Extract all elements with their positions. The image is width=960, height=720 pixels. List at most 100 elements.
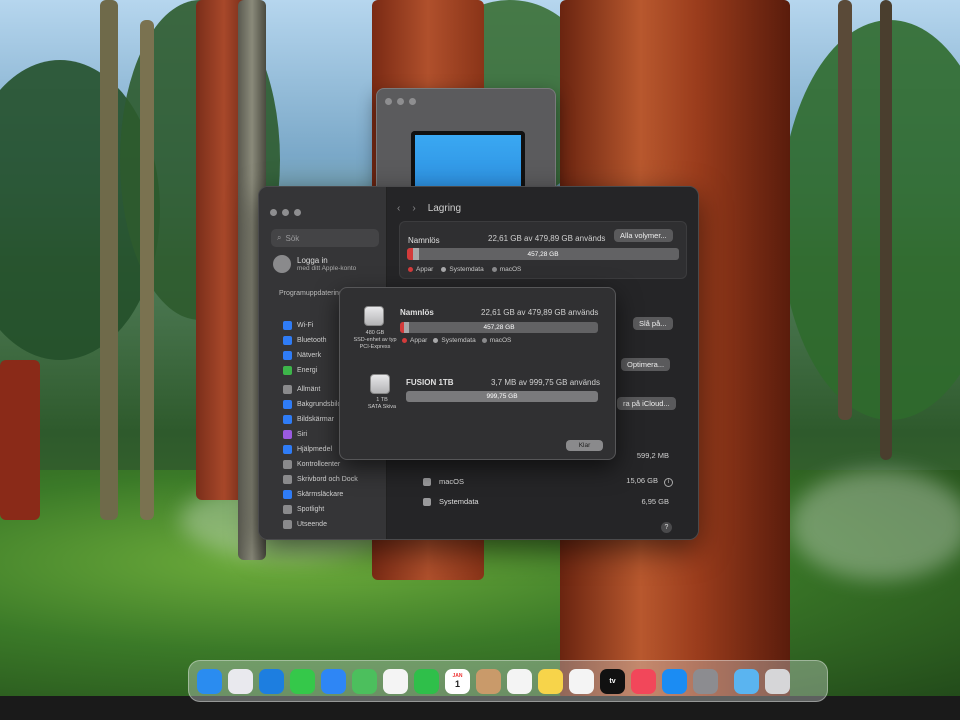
accessibility-icon [283,445,292,454]
disk1-description: 480 GB SSD-enhet av typ PCI-Express [353,330,397,350]
window-controls [270,209,301,216]
usage-bar-label: 457,28 GB [483,324,515,331]
account-title: Logga in [297,256,328,265]
sidebar-item-appearance[interactable]: Utseende [283,517,358,532]
dock-launchpad-icon[interactable] [228,668,253,694]
disk1-usage-bar: 457,28 GB [400,322,598,333]
search-placeholder: Sök [285,233,300,243]
dock-facetime-icon[interactable] [414,668,439,694]
dock-tv-icon[interactable]: tv [600,668,625,694]
sidebar-item-desktop-dock[interactable]: Skrivbord och Dock [283,472,358,487]
dock-system-settings-icon[interactable] [693,668,718,694]
dock-maps-icon[interactable] [352,668,377,694]
dock-music-icon[interactable] [631,668,656,694]
page-title: Lagring [427,203,462,214]
disk2-description: 1 TB SATA Skiva [367,397,397,410]
system-data-icon [423,497,431,506]
sidebar-item-label: Bakgrundsbild [297,401,342,408]
store-in-icloud-button[interactable]: ra på iCloud... [617,397,676,410]
sidebar-item-label: Spotlight [297,506,325,513]
tv-label: tv [609,677,616,685]
macos-icon [423,477,431,486]
dock-contacts-icon[interactable] [476,668,501,694]
sidebar-item-label: Skärmsläckare [297,491,344,498]
avatar [273,255,291,273]
close-button[interactable] [385,98,392,105]
storage-row-macos[interactable]: macOS 15,06 GB i [423,476,673,487]
forward-chevron-icon[interactable]: › [412,203,415,214]
zoom-button[interactable] [409,98,416,105]
account-subtitle: med ditt Apple-konto [297,265,357,272]
dock-app-store-icon[interactable] [662,668,687,694]
sidebar-item-label: Energi [297,367,318,374]
disk2-name: FUSION 1TB [406,378,454,387]
apple-account-item[interactable]: Logga in med ditt Apple-konto [273,255,356,273]
disk2-usage-bar: 999,75 GB [406,391,598,402]
tree-trunk [140,20,154,520]
row-label: macOS [439,477,465,486]
legend-apps: Appar [408,266,433,273]
internal-ssd-icon [364,306,384,326]
sidebar-item-label: Hjälpmedel [297,446,333,453]
wallpaper-icon [283,400,292,409]
optimize-button[interactable]: Optimera... [621,358,671,371]
dock-messages-icon[interactable] [290,668,315,694]
usage-bar-label: 457,28 GB [527,250,559,258]
tree-trunk [838,0,852,420]
usage-legend: Appar Systemdata macOS [408,266,521,273]
gear-icon [283,385,292,394]
search-input[interactable]: ⌕ Sök [271,229,379,247]
external-drive-icon [370,374,390,394]
window-controls [385,98,416,105]
usage-bar-label: 999,75 GB [486,393,518,400]
legend-systemdata: Systemdata [433,337,476,344]
sidebar-item-label: Siri [297,431,308,438]
dock-mail-icon[interactable] [321,668,346,694]
screensaver-icon [283,490,292,499]
zoom-button[interactable] [294,209,301,216]
siri-icon [283,430,292,439]
dock-photos-icon[interactable] [383,668,408,694]
back-chevron-icon[interactable]: ‹ [397,203,400,214]
spotlight-icon [283,505,292,514]
legend-macos: macOS [481,337,511,344]
minimize-button[interactable] [397,98,404,105]
sidebar-item-label: Wi-Fi [297,322,314,329]
all-volumes-button[interactable]: Alla volymer... [614,229,673,242]
tree-trunk [100,0,118,520]
drive-usage: 22,61 GB av 479,89 GB används [488,234,606,243]
storage-row-systemdata[interactable]: Systemdata 6,95 GB [423,497,669,506]
sidebar-item-label: Allmänt [297,386,321,393]
wifi-icon [283,321,292,330]
dock-calendar-icon[interactable]: JAN 1 [445,668,470,694]
info-icon[interactable]: i [664,477,673,487]
wallpaper-mist [790,470,960,580]
dock-notes-icon[interactable] [538,668,563,694]
minimize-button[interactable] [282,209,289,216]
sidebar-item-label: Skrivbord och Dock [297,476,358,483]
storage-summary-panel: Namnlös 22,61 GB av 479,89 GB används Al… [399,221,687,279]
sidebar-item-spotlight[interactable]: Spotlight [283,502,358,517]
storage-usage-bar: 457,28 GB [407,248,679,260]
disk1-usage: 22,61 GB av 479,89 GB används [481,308,599,317]
turn-on-button[interactable]: Slå på... [633,317,673,330]
dock-folder-icon[interactable] [734,668,759,694]
disk1-legend: Appar Systemdata macOS [402,337,511,344]
dock-freeform-icon[interactable] [569,668,594,694]
background-window[interactable] [376,88,556,195]
help-button[interactable]: ? [661,522,672,533]
sidebar-item-label: Utseende [297,521,327,528]
dock-safari-icon[interactable] [259,668,284,694]
sidebar-item-screensaver[interactable]: Skärmsläckare [283,487,358,502]
dock-finder-icon[interactable] [197,668,222,694]
bluetooth-icon [283,336,292,345]
dock-reminders-icon[interactable] [507,668,532,694]
done-button[interactable]: Klar [566,440,603,451]
row-size: 599,2 MB [636,450,669,460]
dock-trash-icon[interactable] [765,668,790,694]
tree-trunk [0,360,40,520]
sidebar-item-label: Bluetooth [297,337,327,344]
toolbar-nav: ‹ › Lagring [397,203,461,214]
tree-trunk [880,0,892,460]
close-button[interactable] [270,209,277,216]
